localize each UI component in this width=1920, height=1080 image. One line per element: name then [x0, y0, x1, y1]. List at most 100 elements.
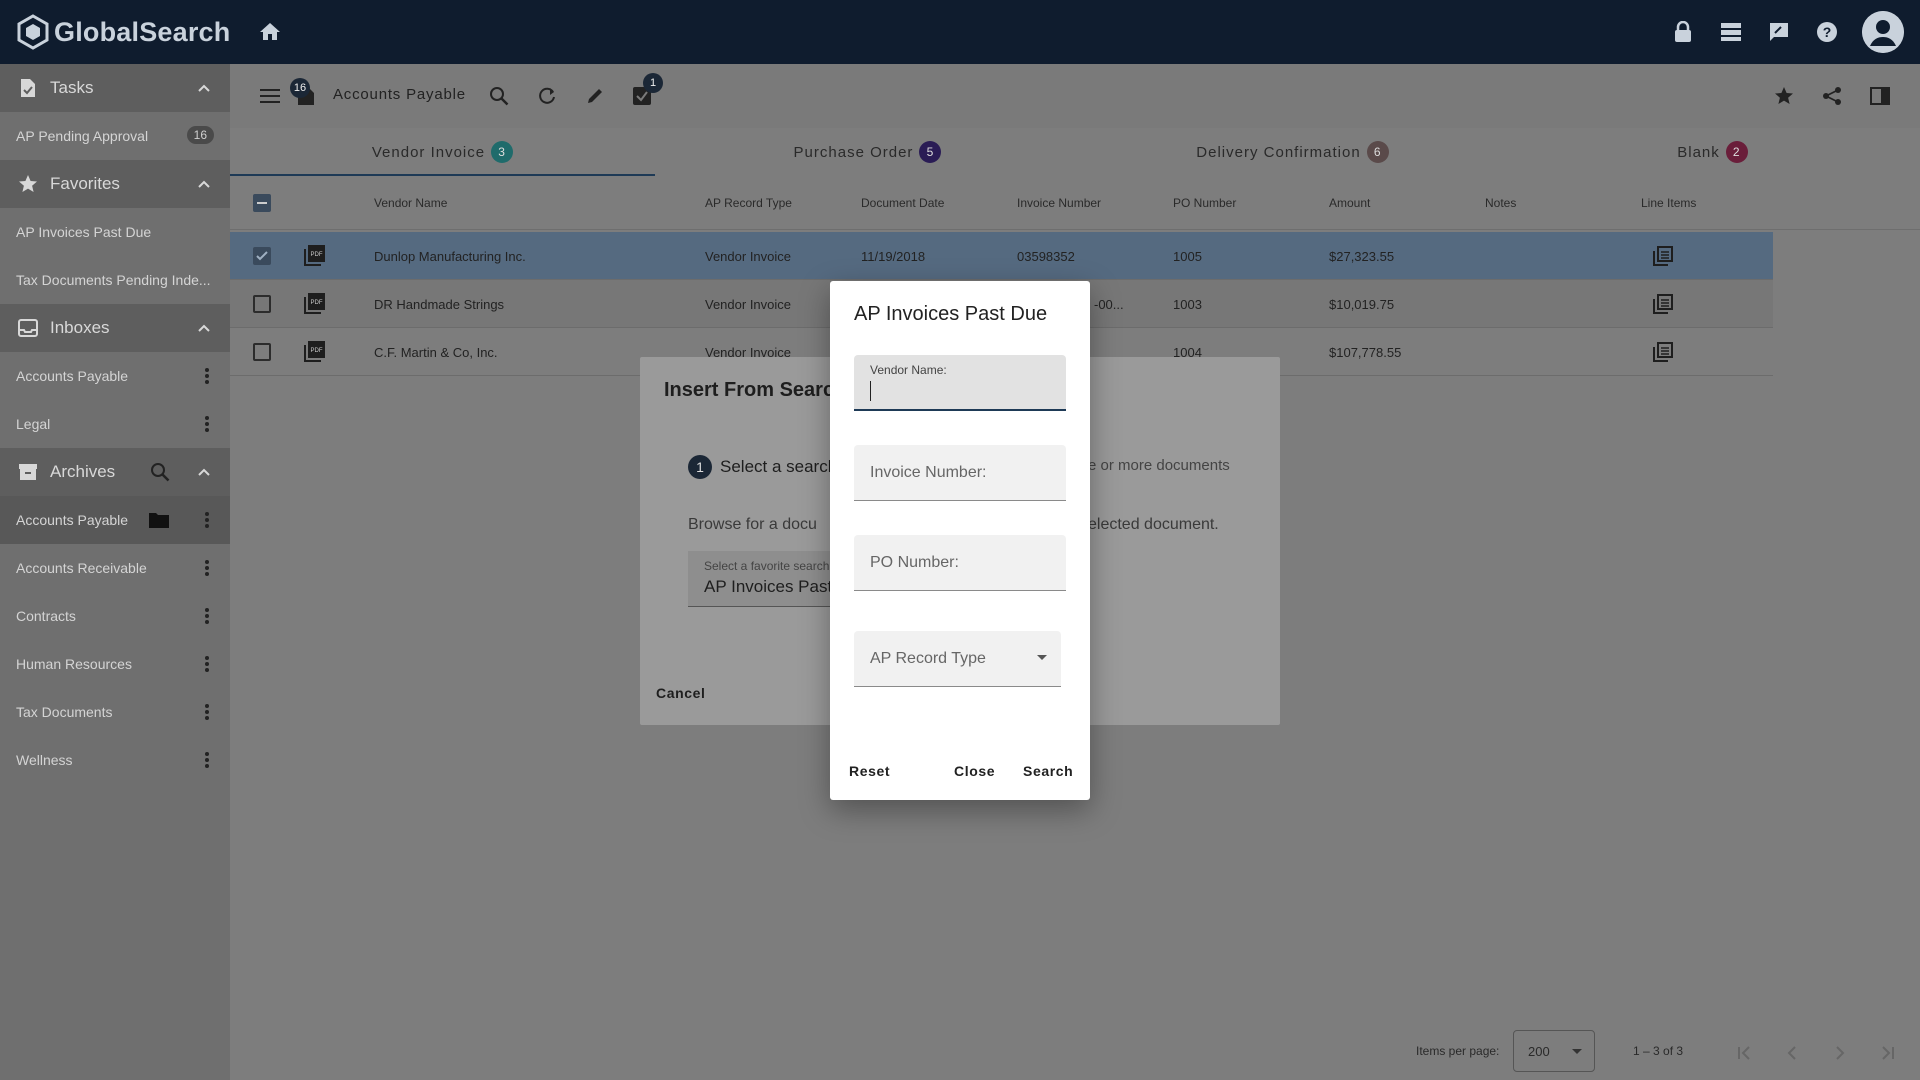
- line-items-icon[interactable]: [1653, 294, 1673, 314]
- po-number-field[interactable]: PO Number:: [854, 535, 1066, 591]
- sidebar-item-inbox-legal[interactable]: Legal: [0, 400, 230, 448]
- cell-po-number: 1005: [1173, 249, 1202, 264]
- tab-count-badge: 6: [1366, 141, 1389, 163]
- column-header-amount[interactable]: Amount: [1329, 196, 1370, 210]
- cell-vendor-name: DR Handmade Strings: [374, 297, 505, 312]
- toolbar-title: Accounts Payable: [333, 86, 466, 103]
- brand[interactable]: GlobalSearch: [16, 14, 230, 50]
- sidebar-item-label: Accounts Payable: [16, 512, 129, 528]
- search-button[interactable]: Search: [1023, 763, 1073, 779]
- column-header-po-number[interactable]: PO Number: [1173, 196, 1236, 210]
- column-header-vendor-name[interactable]: Vendor Name: [374, 196, 447, 210]
- pdf-icon[interactable]: PDF: [304, 292, 326, 314]
- refresh-icon[interactable]: [535, 84, 559, 108]
- tab-label: Delivery Confirmation: [1196, 143, 1361, 161]
- chevron-up-icon[interactable]: [194, 174, 214, 194]
- cell-amount: $27,323.55: [1329, 249, 1395, 264]
- svg-text:?: ?: [1823, 24, 1832, 40]
- line-items-icon[interactable]: [1653, 342, 1673, 362]
- search-icon[interactable]: [150, 462, 170, 482]
- sidebar-item-archive-contracts[interactable]: Contracts: [0, 592, 230, 640]
- sidebar-item-archive-accounts-payable[interactable]: Accounts Payable: [0, 496, 230, 544]
- chevron-up-icon[interactable]: [194, 462, 214, 482]
- sidebar-section-label: Favorites: [50, 174, 120, 193]
- ap-record-type-select[interactable]: AP Record Type: [854, 631, 1061, 687]
- first-page-icon[interactable]: [1733, 1042, 1755, 1064]
- tasks-count-badge: 16: [290, 78, 310, 98]
- pdf-icon[interactable]: PDF: [304, 340, 326, 362]
- more-vert-icon[interactable]: [204, 510, 210, 530]
- account-avatar-icon[interactable]: [1862, 11, 1904, 53]
- search-refresh-icon[interactable]: [487, 84, 511, 108]
- row-checkbox[interactable]: [253, 247, 271, 265]
- sidebar-item-archive-human-resources[interactable]: Human Resources: [0, 640, 230, 688]
- more-vert-icon[interactable]: [204, 606, 210, 626]
- sidebar-item-archive-accounts-receivable[interactable]: Accounts Receivable: [0, 544, 230, 592]
- chevron-up-icon[interactable]: [194, 78, 214, 98]
- po-number-placeholder: PO Number:: [870, 554, 959, 571]
- column-header-ap-record-type[interactable]: AP Record Type: [705, 196, 792, 210]
- column-header-line-items[interactable]: Line Items: [1641, 196, 1696, 210]
- help-icon[interactable]: ?: [1814, 19, 1840, 45]
- invoice-number-field[interactable]: Invoice Number:: [854, 445, 1066, 501]
- tab-purchase-order[interactable]: Purchase Order 5: [655, 128, 1080, 176]
- column-header-document-date[interactable]: Document Date: [861, 196, 944, 210]
- sidebar-item-tax-documents-pending[interactable]: Tax Documents Pending Inde...: [0, 256, 230, 304]
- side-panel-icon[interactable]: [1868, 84, 1892, 108]
- sidebar-item-label: Contracts: [16, 608, 76, 624]
- feedback-icon[interactable]: [1766, 19, 1792, 45]
- sidebar-section-favorites[interactable]: Favorites: [0, 160, 230, 208]
- page-range: 1 – 3 of 3: [1633, 1044, 1684, 1058]
- folder-icon: [149, 513, 169, 528]
- tab-blank[interactable]: Blank 2: [1505, 128, 1920, 176]
- star-icon[interactable]: [1772, 84, 1796, 108]
- reset-button[interactable]: Reset: [849, 763, 890, 779]
- vendor-name-field[interactable]: Vendor Name:: [854, 355, 1066, 411]
- tab-delivery-confirmation[interactable]: Delivery Confirmation 6: [1080, 128, 1505, 176]
- more-vert-icon[interactable]: [204, 750, 210, 770]
- lock-icon[interactable]: [1670, 19, 1696, 45]
- close-button[interactable]: Close: [954, 763, 995, 779]
- pdf-icon[interactable]: PDF: [304, 244, 326, 266]
- sidebar-item-ap-pending-approval[interactable]: AP Pending Approval 16: [0, 112, 230, 160]
- sidebar-item-inbox-accounts-payable[interactable]: Accounts Payable: [0, 352, 230, 400]
- column-header-invoice-number[interactable]: Invoice Number: [1017, 196, 1101, 210]
- step-number: 1: [688, 455, 712, 479]
- previous-page-icon[interactable]: [1781, 1042, 1803, 1064]
- storage-icon[interactable]: [1718, 19, 1744, 45]
- column-header-notes[interactable]: Notes: [1485, 196, 1516, 210]
- more-vert-icon[interactable]: [204, 558, 210, 578]
- svg-text:PDF: PDF: [311, 300, 323, 306]
- sidebar-item-label: Accounts Payable: [16, 368, 129, 384]
- archive-icon: [18, 462, 38, 482]
- share-icon[interactable]: [1820, 84, 1844, 108]
- sidebar-section-tasks[interactable]: Tasks: [0, 64, 230, 112]
- cell-vendor-name: C.F. Martin & Co, Inc.: [374, 345, 498, 360]
- home-icon[interactable]: [258, 20, 282, 44]
- more-vert-icon[interactable]: [204, 366, 210, 386]
- sidebar-item-label: Tax Documents Pending Inde...: [16, 272, 211, 288]
- edit-icon[interactable]: [583, 84, 607, 108]
- sidebar-item-archive-tax-documents[interactable]: Tax Documents: [0, 688, 230, 736]
- items-per-page-select[interactable]: 200: [1513, 1030, 1595, 1072]
- more-vert-icon[interactable]: [204, 654, 210, 674]
- sidebar-section-archives[interactable]: Archives: [0, 448, 230, 496]
- last-page-icon[interactable]: [1877, 1042, 1899, 1064]
- sidebar-item-label: Accounts Receivable: [16, 560, 147, 576]
- table-row[interactable]: PDF Dunlop Manufacturing Inc. Vendor Inv…: [230, 232, 1773, 280]
- tab-vendor-invoice[interactable]: Vendor Invoice 3: [230, 128, 655, 176]
- select-all-checkbox[interactable]: [253, 194, 271, 212]
- row-checkbox[interactable]: [253, 295, 271, 313]
- row-checkbox[interactable]: [253, 343, 271, 361]
- sidebar-item-archive-wellness[interactable]: Wellness: [0, 736, 230, 784]
- menu-icon[interactable]: [258, 84, 282, 108]
- cancel-button[interactable]: Cancel: [656, 685, 706, 701]
- more-vert-icon[interactable]: [204, 702, 210, 722]
- chevron-up-icon[interactable]: [194, 318, 214, 338]
- line-items-icon[interactable]: [1653, 246, 1673, 266]
- sidebar-item-ap-invoices-past-due[interactable]: AP Invoices Past Due: [0, 208, 230, 256]
- next-page-icon[interactable]: [1829, 1042, 1851, 1064]
- more-vert-icon[interactable]: [204, 414, 210, 434]
- sidebar-section-inboxes[interactable]: Inboxes: [0, 304, 230, 352]
- sidebar-section-label: Archives: [50, 462, 116, 481]
